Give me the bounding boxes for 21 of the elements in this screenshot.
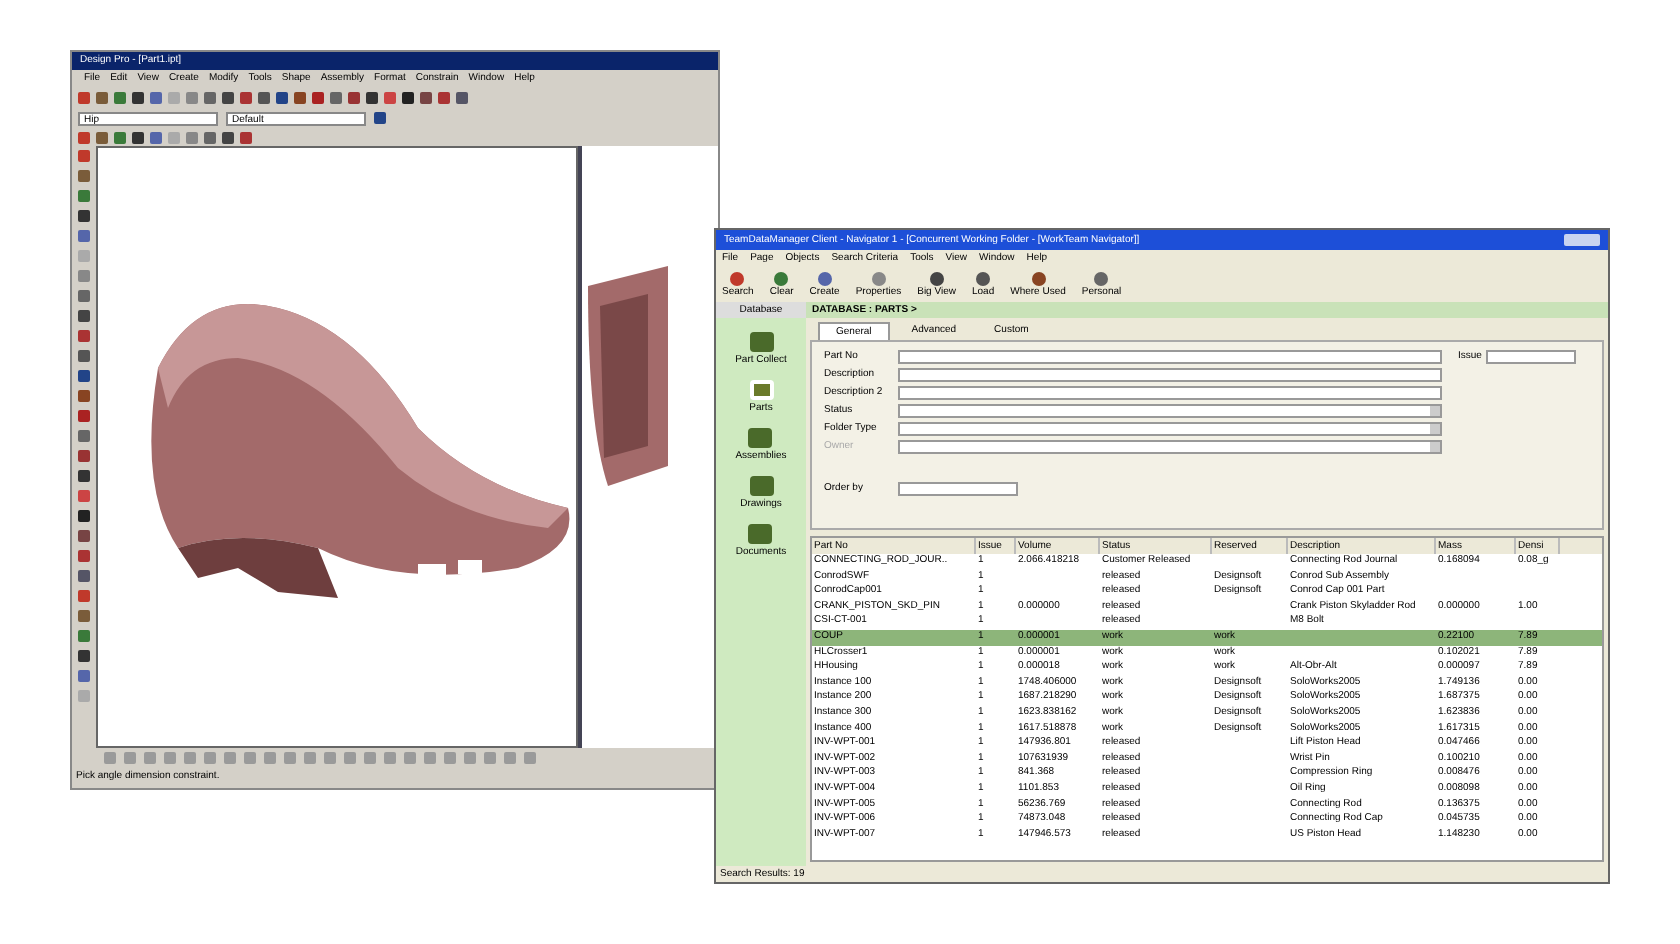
input-field[interactable] <box>898 368 1442 382</box>
folder-icon <box>748 428 773 448</box>
tool-icon <box>929 271 944 285</box>
tool-icon <box>774 271 789 285</box>
dropdown-field[interactable] <box>898 482 1018 496</box>
input-field[interactable] <box>898 386 1442 400</box>
dropdown-field[interactable] <box>898 404 1442 418</box>
tool-icon <box>730 271 745 285</box>
tool-icon <box>976 271 991 285</box>
tool-icon <box>871 271 886 285</box>
folder-icon <box>749 332 773 352</box>
dropdown-field[interactable] <box>898 440 1442 454</box>
tool-icon <box>1031 271 1045 285</box>
dropdown-field[interactable] <box>898 422 1442 436</box>
folder-icon <box>748 524 773 544</box>
input-field[interactable] <box>898 350 1442 364</box>
tool-icon <box>817 271 832 285</box>
input-field[interactable] <box>1485 350 1576 364</box>
tool-icon <box>1094 271 1109 285</box>
folder-icon <box>749 476 773 496</box>
folder-icon <box>749 380 773 400</box>
